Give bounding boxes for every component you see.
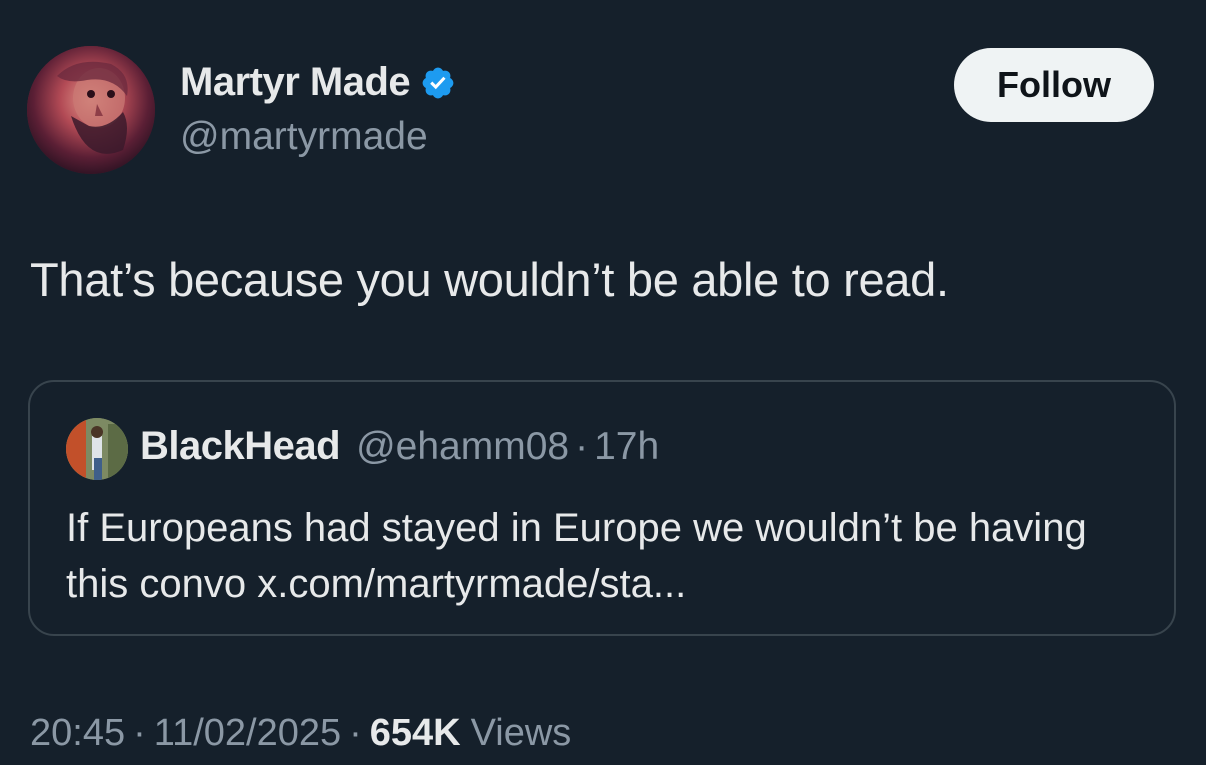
tweet-date[interactable]: 11/02/2025 [154, 712, 341, 755]
tweet-time[interactable]: 20:45 [30, 712, 125, 755]
author-handle[interactable]: @martyrmade [180, 115, 428, 159]
avatar-portrait-icon [27, 46, 155, 174]
quote-text: If Europeans had stayed in Europe we wou… [66, 506, 1087, 606]
meta-separator-2: · [349, 712, 362, 754]
meta-separator: · [133, 712, 146, 754]
views-label: Views [470, 712, 572, 754]
quote-timestamp[interactable]: 17h [594, 425, 659, 469]
quote-author-name[interactable]: BlackHead [140, 424, 341, 469]
verified-badge-icon [420, 65, 456, 101]
follow-button[interactable]: Follow [954, 48, 1154, 122]
quote-avatar-photo-icon [66, 418, 128, 480]
quote-separator: · [575, 425, 589, 468]
author-name-text: Martyr Made [180, 60, 411, 104]
author-avatar[interactable] [27, 46, 155, 174]
author-name[interactable]: Martyr Made [180, 60, 456, 105]
tweet-detail: Martyr Made @martyrmade Follow That’s be… [0, 0, 1206, 765]
tweet-text: That’s because you wouldn’t be able to r… [30, 253, 949, 306]
tweet-meta: 20:45 · 11/02/2025 · 654K Views [30, 712, 571, 755]
quote-author-avatar[interactable] [66, 418, 128, 480]
quoted-tweet-card[interactable]: BlackHead @ehamm08 · 17h If Europeans ha… [28, 380, 1176, 636]
quote-author-handle[interactable]: @ehamm08 [356, 425, 569, 469]
quote-header: BlackHead @ehamm08 · 17h [140, 424, 659, 469]
views-count: 654K [369, 712, 461, 754]
